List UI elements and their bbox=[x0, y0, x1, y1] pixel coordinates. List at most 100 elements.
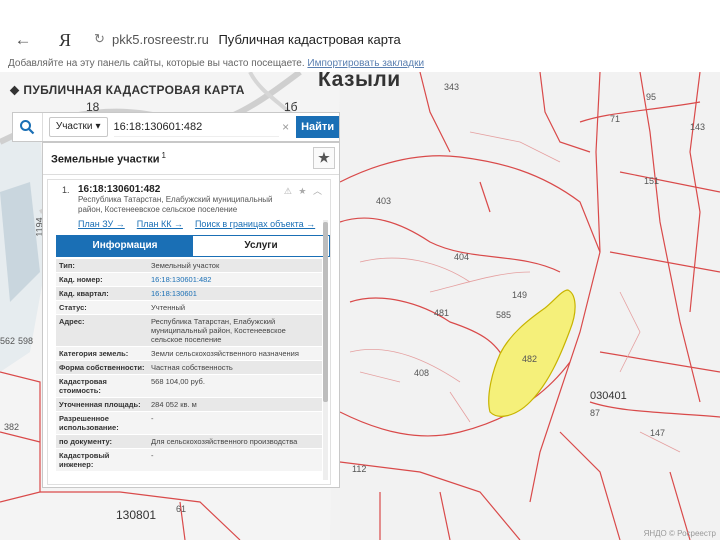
quarter-label: 030401 bbox=[590, 390, 627, 402]
table-row: Кад. квартал: 16:18:130601 bbox=[56, 286, 322, 301]
plan-zu-link[interactable]: План ЗУ → bbox=[78, 219, 125, 229]
plan-kk-link[interactable]: План КК → bbox=[137, 219, 183, 229]
url-host: pkk5.rosreestr.ru bbox=[112, 32, 209, 47]
clear-icon[interactable]: × bbox=[279, 120, 292, 134]
row-key: Адрес: bbox=[56, 314, 148, 347]
row-key: Форма собственности: bbox=[56, 360, 148, 375]
parcel-label: 87 bbox=[590, 408, 601, 418]
object-type-select[interactable]: Участки ▾ bbox=[48, 117, 108, 137]
parcel-label: 598 bbox=[18, 336, 34, 346]
table-row: Тип: Земельный участок bbox=[56, 259, 322, 273]
row-key: Статус: bbox=[56, 300, 148, 315]
table-row: Кад. номер: 16:18:130601:482 bbox=[56, 272, 322, 287]
parcel-label: 71 bbox=[610, 114, 621, 124]
app-header: ⬥ ПУБЛИЧНАЯ КАДАСТРОВАЯ КАРТА bbox=[10, 82, 245, 98]
tab-information[interactable]: Информация bbox=[57, 236, 193, 256]
row-value-link[interactable]: 16:18:130601:482 bbox=[148, 272, 322, 287]
table-row: Форма собственности: Частная собственност… bbox=[56, 360, 322, 375]
parcel-label: 143 bbox=[690, 122, 706, 132]
favorites-star-icon[interactable]: ★ bbox=[313, 147, 335, 169]
table-row: Уточненная площадь: 284 052 кв. м bbox=[56, 397, 322, 412]
row-value: Частная собственность bbox=[148, 360, 322, 375]
parcel-label: 343 bbox=[444, 82, 460, 92]
bookmarks-prompt: Добавляйте на эту панель сайты, которые … bbox=[8, 58, 305, 69]
row-value: 568 104,00 руб. bbox=[148, 374, 322, 398]
chevron-down-icon: ▾ bbox=[95, 121, 101, 132]
row-key: Уточненная площадь: bbox=[56, 397, 148, 412]
address-bar[interactable]: pkk5.rosreestr.ru Публичная кадастровая … bbox=[112, 28, 672, 52]
parcel-label: 147 bbox=[650, 428, 666, 438]
rosreestr-logo-icon: ⬥ bbox=[10, 82, 20, 97]
yandex-logo-icon[interactable]: Я bbox=[52, 28, 78, 52]
table-row: Статус: Учтенный bbox=[56, 300, 322, 315]
row-key: Кад. номер: bbox=[56, 272, 148, 287]
row-key: Кадастровый инженер: bbox=[56, 448, 148, 472]
row-value: Земли сельскохозяйственного назначения bbox=[148, 346, 322, 361]
table-row: Кадастровая стоимость: 568 104,00 руб. bbox=[56, 374, 322, 398]
object-type-label: Участки bbox=[55, 121, 93, 132]
parcel-label: 61 bbox=[176, 504, 187, 514]
place-name-label: Казыли bbox=[318, 72, 401, 91]
results-count: 1 bbox=[161, 151, 166, 160]
parcel-label: 95 bbox=[646, 92, 657, 102]
browser-chrome: ← Я ↻ pkk5.rosreestr.ru Публичная кадаст… bbox=[0, 0, 720, 72]
row-key: Кад. квартал: bbox=[56, 286, 148, 301]
reload-icon[interactable]: ↻ bbox=[94, 32, 108, 46]
row-value: 284 052 кв. м bbox=[148, 397, 322, 412]
result-index: 1. bbox=[62, 185, 70, 195]
find-button[interactable]: Найти bbox=[296, 116, 339, 138]
row-value: Республика Татарстан, Елабужский муницип… bbox=[148, 314, 322, 347]
row-key: Кадастровая стоимость: bbox=[56, 374, 148, 398]
results-header: Земельные участки 1 ★ bbox=[43, 143, 339, 175]
scrollbar-thumb[interactable] bbox=[323, 222, 328, 402]
highlighted-parcel-label: 482 bbox=[522, 354, 538, 364]
parcel-label: 404 bbox=[454, 252, 470, 262]
table-row: Адрес: Республика Татарстан, Елабужский м… bbox=[56, 314, 322, 347]
result-card: 1. 16:18:130601:482 Республика Татарстан… bbox=[47, 179, 331, 485]
info-table: Тип: Земельный участок Кад. номер: 16:18:1… bbox=[56, 259, 322, 472]
row-value: Учтенный bbox=[148, 300, 322, 315]
parcel-label: 585 bbox=[496, 310, 512, 320]
parcel-label: 382 bbox=[4, 422, 20, 432]
import-bookmarks-link[interactable]: Импортировать закладки bbox=[307, 58, 424, 69]
row-value: - bbox=[148, 448, 322, 472]
browser-toolbar: ← Я ↻ pkk5.rosreestr.ru Публичная кадаст… bbox=[0, 24, 720, 56]
parcel-label: 562 bbox=[0, 336, 16, 346]
back-arrow-icon[interactable]: ← bbox=[10, 28, 36, 52]
parcel-label: 151 bbox=[644, 176, 660, 186]
search-input[interactable] bbox=[113, 117, 280, 137]
row-value: Для сельскохозяйственного производства bbox=[148, 434, 322, 449]
results-panel: Земельные участки 1 ★ 1. 16:18:130601:482… bbox=[42, 142, 340, 488]
row-key: Тип: bbox=[56, 259, 148, 273]
card-actions-icon[interactable]: ⚠ ★ ︿ bbox=[284, 184, 324, 197]
row-key: по документу: bbox=[56, 434, 148, 449]
card-links: План ЗУ → План КК → Поиск в границах объ… bbox=[78, 219, 324, 229]
row-value: Земельный участок bbox=[148, 259, 322, 273]
row-key: Категория земель: bbox=[56, 346, 148, 361]
search-icon[interactable] bbox=[13, 113, 43, 141]
tab-strip bbox=[0, 0, 720, 22]
parcel-label: 149 bbox=[512, 290, 528, 300]
table-row: Кадастровый инженер: - bbox=[56, 448, 322, 472]
result-address: Республика Татарстан, Елабужский муницип… bbox=[78, 195, 273, 214]
row-value: - bbox=[148, 411, 322, 435]
search-in-bounds-link[interactable]: Поиск в границах объекта → bbox=[195, 219, 315, 229]
row-key: Разрешенное использование: bbox=[56, 411, 148, 435]
map-attribution: ЯНДО © Росреестр bbox=[643, 529, 716, 538]
bookmarks-bar: Добавляйте на эту панель сайты, которые … bbox=[0, 56, 720, 72]
page-title: Публичная кадастровая карта bbox=[218, 32, 401, 47]
results-heading: Земельные участки bbox=[51, 153, 160, 166]
table-row: Разрешенное использование: - bbox=[56, 411, 322, 435]
parcel-label: 408 bbox=[414, 368, 430, 378]
table-row: Категория земель: Земли сельскохозяйствен… bbox=[56, 346, 322, 361]
table-row: по документу: Для сельскохозяйственного п… bbox=[56, 434, 322, 449]
row-value-link[interactable]: 16:18:130601 bbox=[148, 286, 322, 301]
parcel-label: 403 bbox=[376, 196, 392, 206]
app-title: ПУБЛИЧНАЯ КАДАСТРОВАЯ КАРТА bbox=[23, 83, 245, 97]
parcel-label: 112 bbox=[352, 464, 367, 474]
parcel-label: 481 bbox=[434, 308, 450, 318]
search-panel: Участки ▾ × Найти bbox=[12, 112, 340, 142]
quarter-label: 130801 bbox=[116, 508, 157, 522]
tab-services[interactable]: Услуги bbox=[193, 236, 329, 256]
info-tabs: Информация Услуги bbox=[56, 235, 330, 257]
